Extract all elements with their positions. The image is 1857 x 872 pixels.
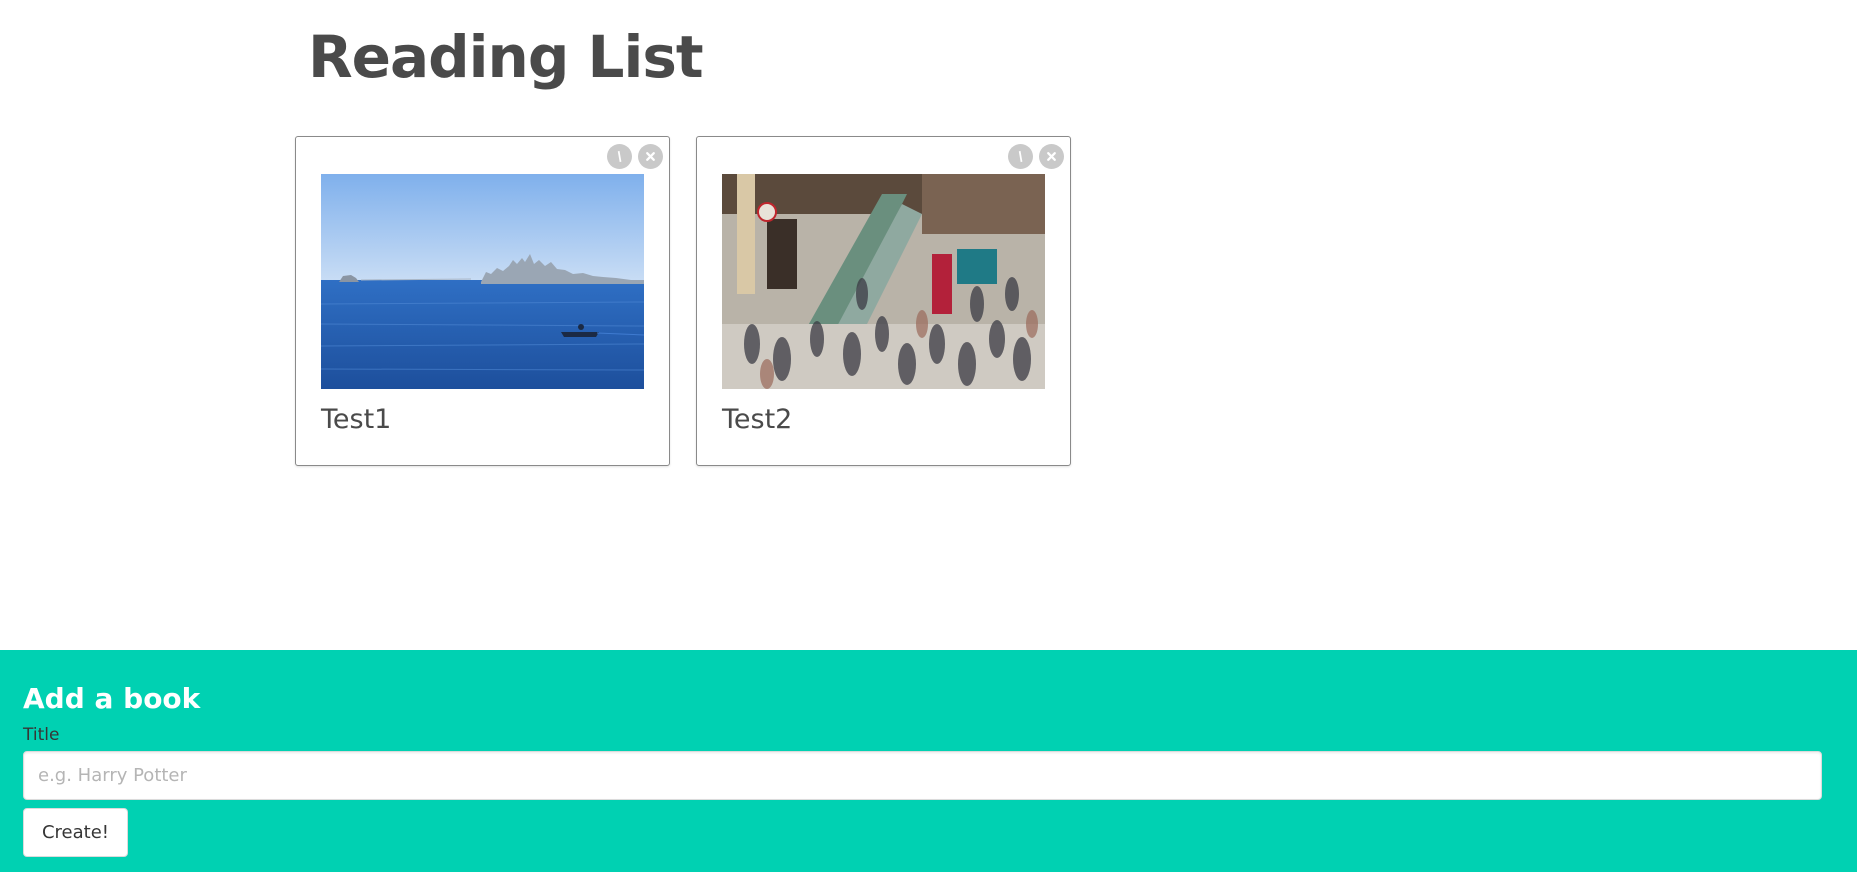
book-list: Test1 Test2 [295, 136, 1071, 466]
book-card: Test1 [295, 136, 670, 466]
add-book-form: Add a book Title Create! [0, 650, 1857, 872]
book-card: Test2 [696, 136, 1071, 466]
delete-button[interactable] [1039, 144, 1064, 169]
create-button[interactable]: Create! [23, 808, 128, 857]
edit-button[interactable] [607, 144, 632, 169]
book-title: Test2 [722, 404, 793, 435]
book-cover-image [321, 174, 644, 389]
close-icon [646, 152, 655, 161]
close-icon [1047, 152, 1056, 161]
title-input[interactable] [23, 751, 1822, 800]
pencil-icon [617, 150, 622, 163]
edit-button[interactable] [1008, 144, 1033, 169]
card-actions [1008, 144, 1064, 169]
card-actions [607, 144, 663, 169]
pencil-icon [1018, 150, 1023, 163]
delete-button[interactable] [638, 144, 663, 169]
book-title: Test1 [321, 404, 392, 435]
page-title: Reading List [308, 23, 704, 91]
title-label: Title [23, 725, 60, 745]
form-heading: Add a book [23, 682, 201, 715]
book-cover-image [722, 174, 1045, 389]
